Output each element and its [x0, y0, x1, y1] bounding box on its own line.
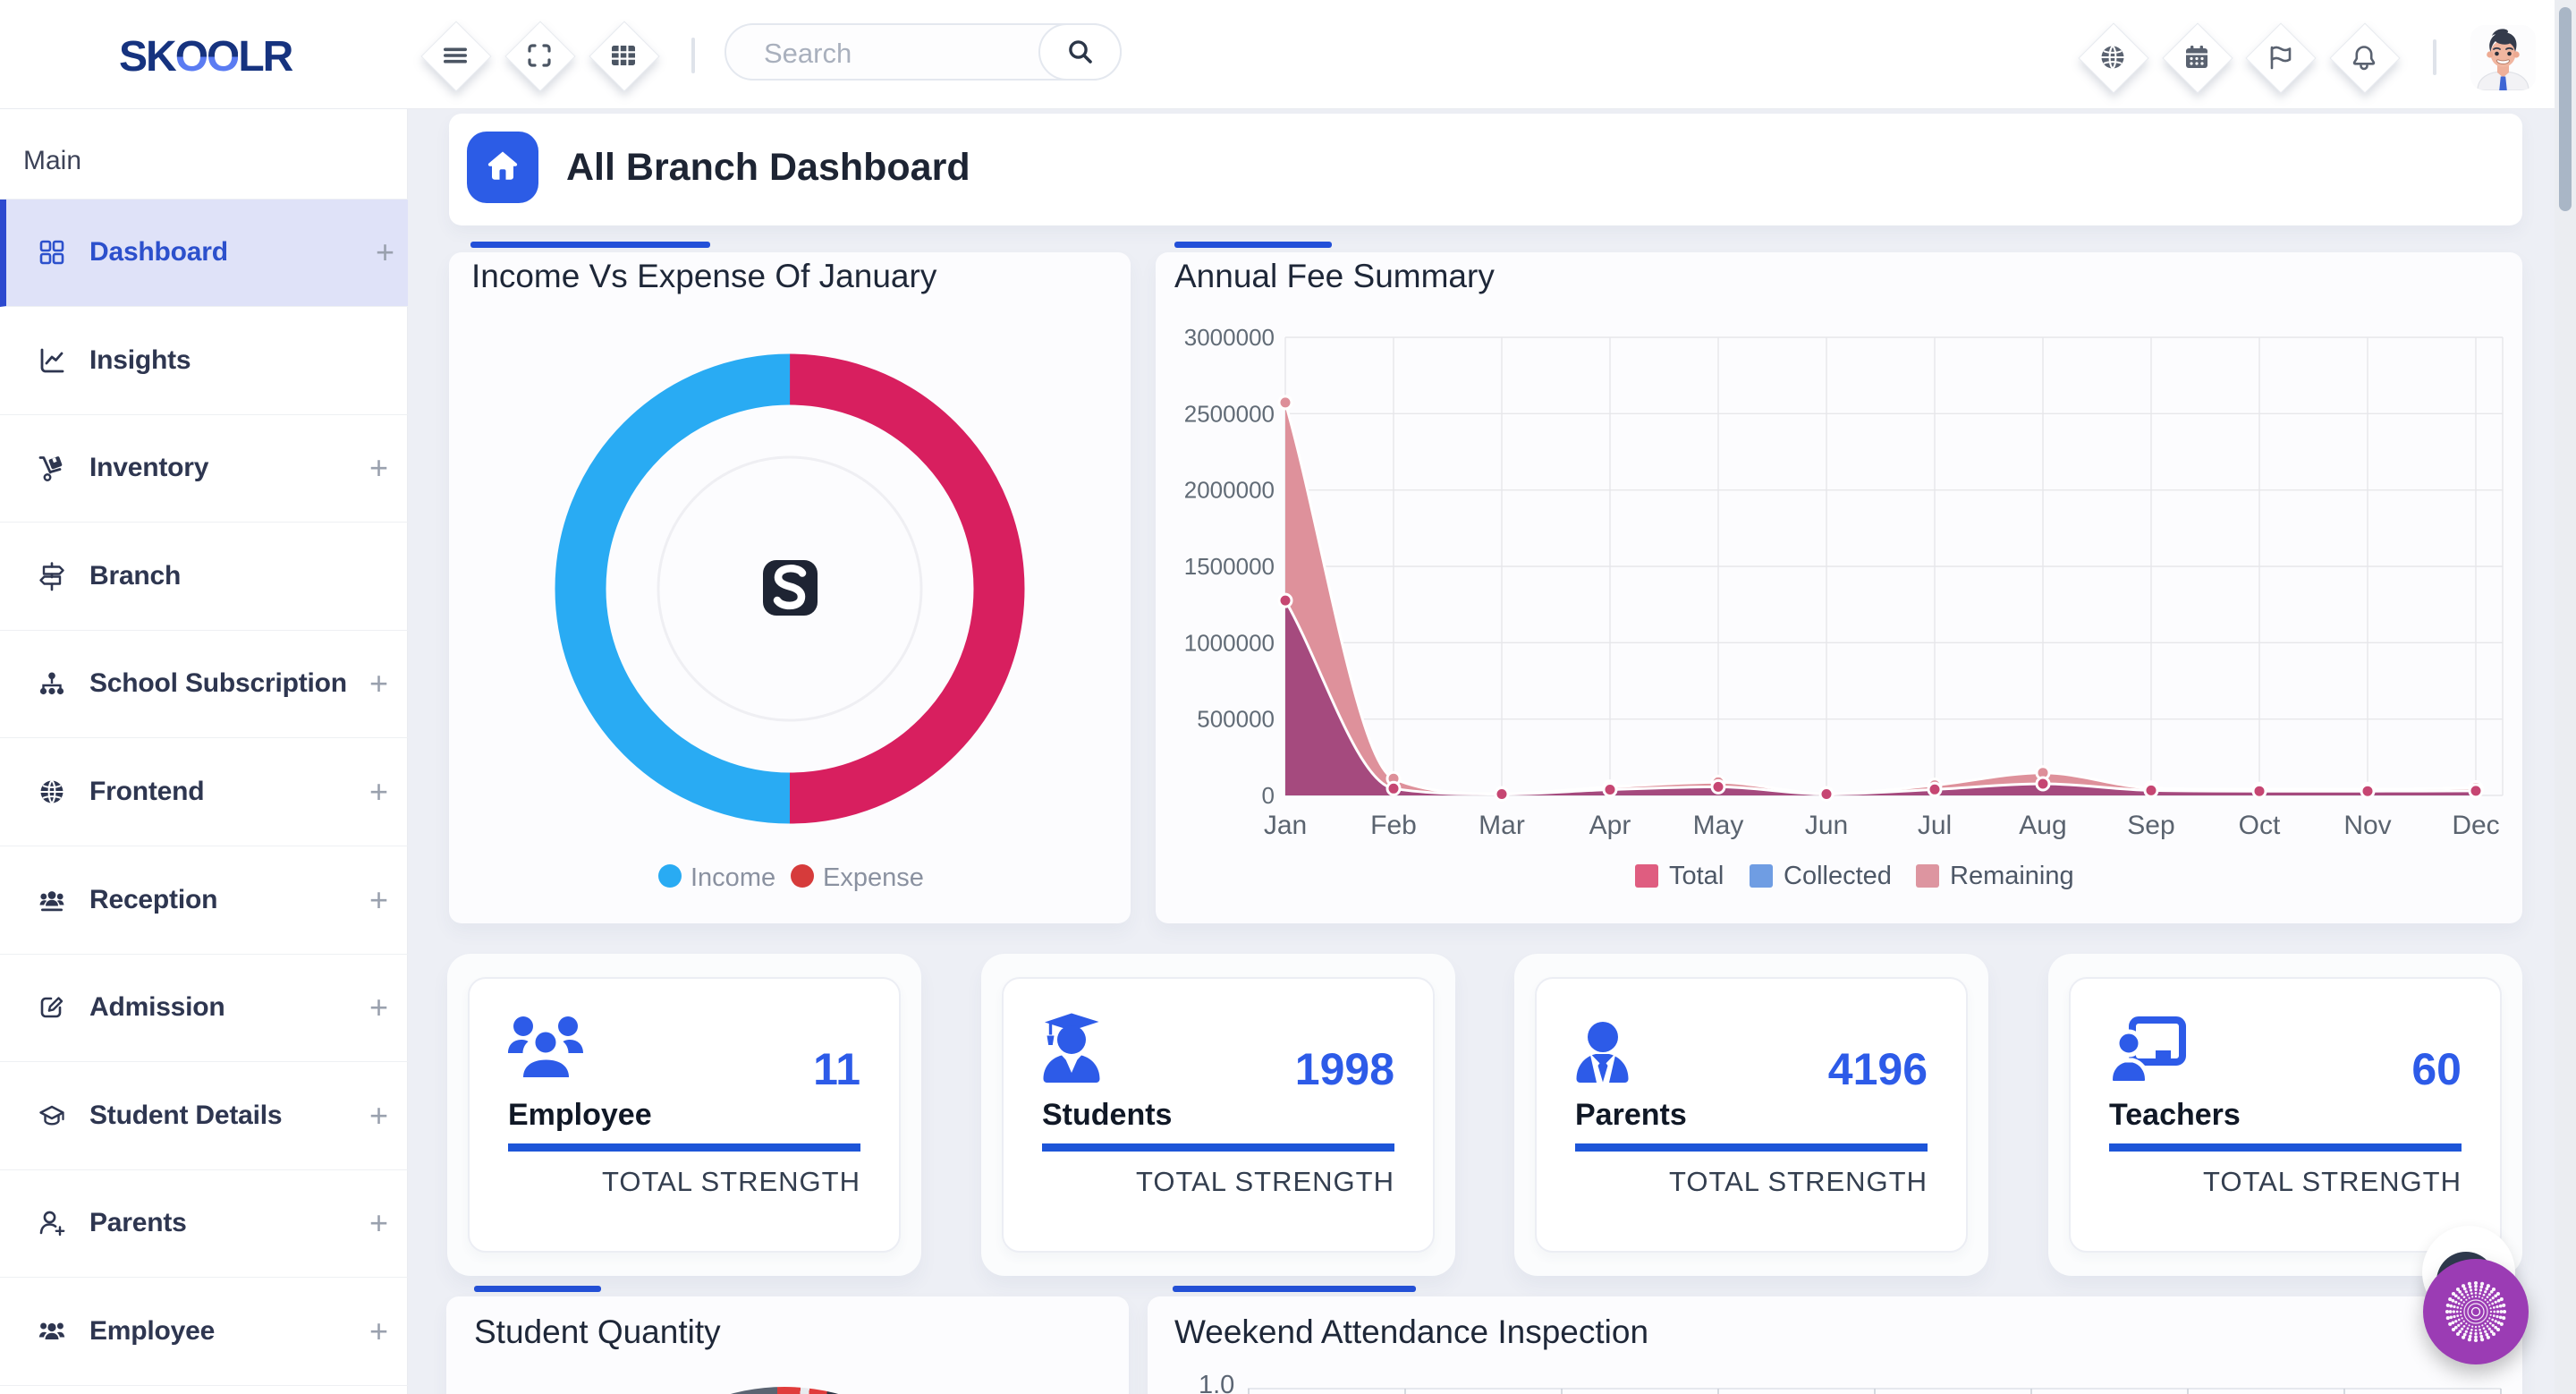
svg-text:Total: Total — [1669, 862, 1724, 890]
svg-text:Apr: Apr — [1589, 811, 1631, 840]
svg-text:Dec: Dec — [2452, 811, 2499, 840]
svg-text:Collected: Collected — [1784, 862, 1892, 890]
svg-text:2000000: 2000000 — [1184, 477, 1275, 504]
svg-text:Aug: Aug — [2019, 811, 2066, 840]
svg-text:May: May — [1693, 811, 1744, 840]
svg-text:Oct: Oct — [2239, 811, 2281, 840]
svg-text:Jun: Jun — [1805, 811, 1848, 840]
svg-text:0: 0 — [1262, 782, 1275, 809]
svg-text:Feb: Feb — [1370, 811, 1417, 840]
svg-text:Remaining: Remaining — [1950, 862, 2074, 890]
svg-text:2500000: 2500000 — [1184, 400, 1275, 427]
svg-text:Mar: Mar — [1479, 811, 1525, 840]
svg-text:1500000: 1500000 — [1184, 553, 1275, 580]
svg-text:Jan: Jan — [1264, 811, 1307, 840]
svg-text:1000000: 1000000 — [1184, 629, 1275, 656]
svg-text:500000: 500000 — [1197, 706, 1275, 733]
svg-text:Jul: Jul — [1918, 811, 1952, 840]
svg-text:3000000: 3000000 — [1184, 324, 1275, 351]
svg-text:Sep: Sep — [2127, 811, 2174, 840]
svg-text:Nov: Nov — [2343, 811, 2391, 840]
